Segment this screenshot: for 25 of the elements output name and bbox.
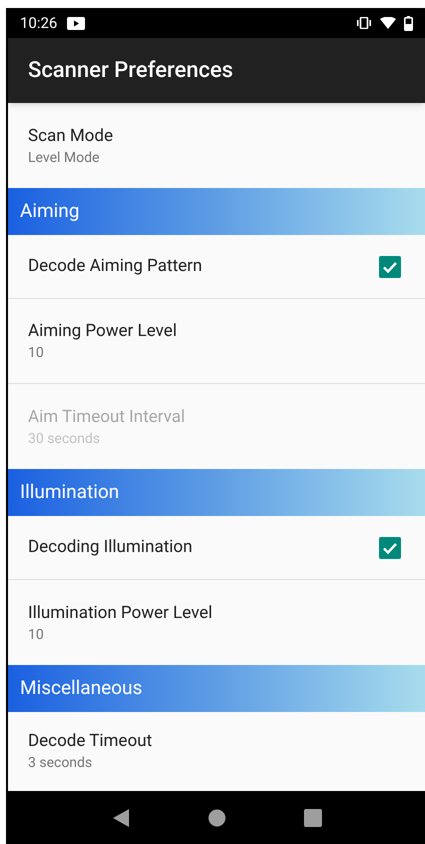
- battery-icon: [404, 16, 413, 30]
- preference-summary: Level Mode: [28, 148, 100, 168]
- preference-title[interactable]: Decoding Illumination: [28, 534, 192, 560]
- section-title: Miscellaneous: [20, 675, 142, 702]
- preference-title[interactable]: Decode Aiming Pattern: [28, 254, 202, 280]
- section-title: Illumination: [20, 479, 120, 506]
- status-time: 10:26: [20, 12, 58, 34]
- recents-icon[interactable]: [304, 808, 322, 826]
- preference-summary: 3 seconds: [28, 754, 94, 773]
- home-icon[interactable]: [208, 808, 226, 826]
- preference-summary: 30 seconds: [28, 430, 102, 448]
- checked-checkbox[interactable]: [379, 536, 401, 558]
- toolbar-title: Scanner Preferences: [28, 57, 234, 85]
- preference-title[interactable]: Illumination Power Level: [28, 600, 425, 624]
- back-icon[interactable]: [112, 808, 130, 828]
- preference-summary: 10: [28, 626, 45, 644]
- wifi-icon: [380, 17, 396, 29]
- preference-title[interactable]: Decode Timeout: [28, 729, 425, 753]
- preference-title[interactable]: Scan Mode: [28, 124, 425, 148]
- preference-title[interactable]: Aiming Power Level: [28, 319, 425, 343]
- preference-summary: 10: [28, 344, 45, 363]
- video-notification-icon: [67, 16, 86, 30]
- checked-checkbox[interactable]: [379, 256, 401, 278]
- vibrate-icon: [356, 17, 372, 29]
- section-title: Aiming: [20, 198, 80, 224]
